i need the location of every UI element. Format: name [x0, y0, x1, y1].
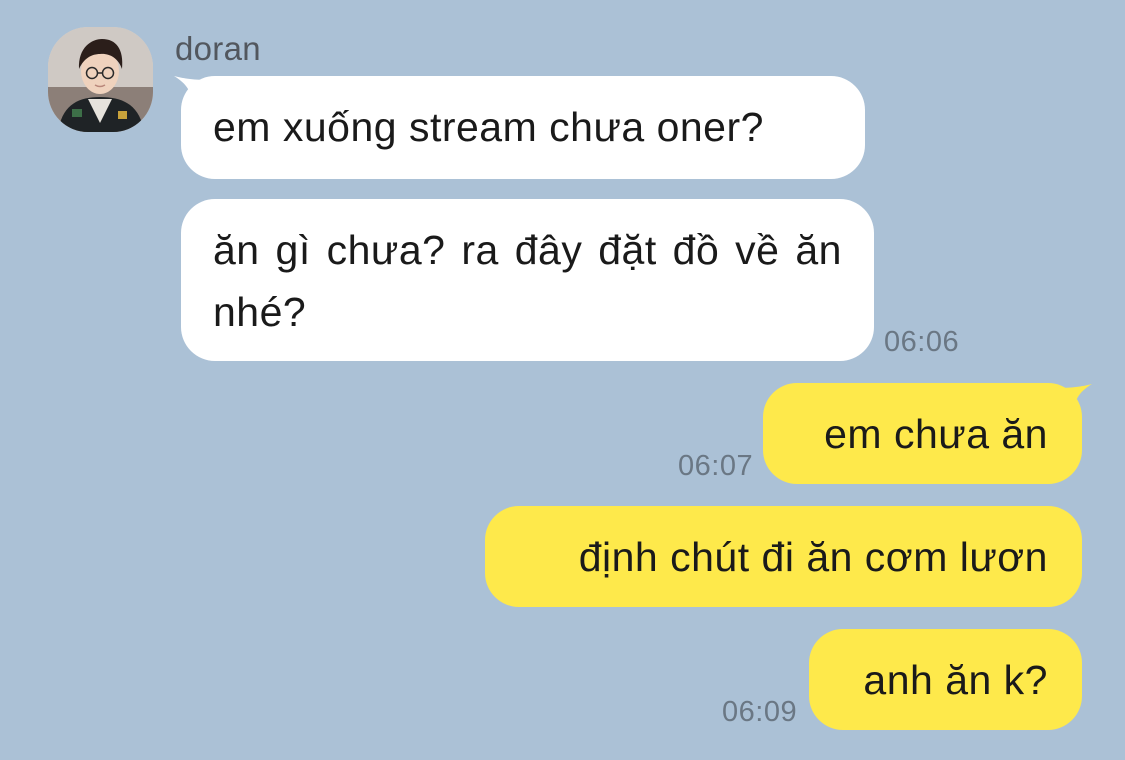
- message-bubble-outgoing[interactable]: định chút đi ăn cơm lươn: [485, 506, 1082, 607]
- contact-avatar[interactable]: [48, 27, 153, 132]
- message-text: em chưa ăn: [824, 411, 1048, 457]
- profile-photo-icon: [48, 27, 153, 132]
- message-bubble-incoming[interactable]: em xuống stream chưa oner?: [181, 76, 865, 179]
- message-text: anh ăn k?: [863, 657, 1048, 703]
- chat-room: doran em xuống stream chưa oner? ăn gì c…: [0, 0, 1125, 760]
- sender-name: doran: [175, 30, 261, 67]
- message-text: ăn gì chưa? ra đây đặt đồ về ăn nhé?: [213, 227, 842, 335]
- message-timestamp: 06:07: [678, 450, 754, 482]
- message-text: em xuống stream chưa oner?: [213, 104, 764, 150]
- message-timestamp: 06:06: [884, 326, 960, 358]
- message-timestamp: 06:09: [722, 696, 798, 728]
- message-bubble-outgoing[interactable]: anh ăn k?: [809, 629, 1082, 730]
- message-bubble-incoming[interactable]: ăn gì chưa? ra đây đặt đồ về ăn nhé?: [181, 199, 874, 361]
- message-text: định chút đi ăn cơm lươn: [578, 534, 1048, 580]
- message-bubble-outgoing[interactable]: em chưa ăn: [763, 383, 1082, 484]
